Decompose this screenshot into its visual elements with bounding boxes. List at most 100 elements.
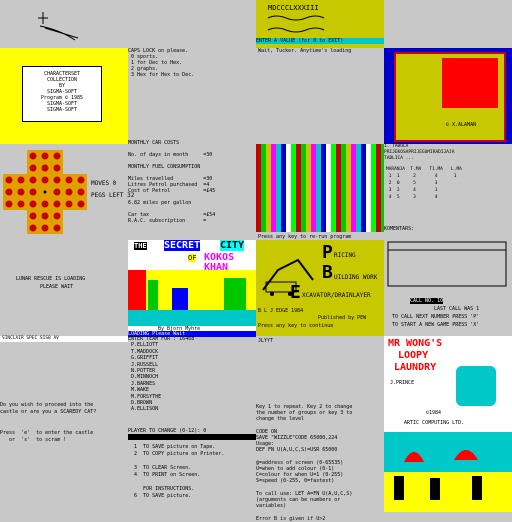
peg[interactable] <box>5 188 13 196</box>
peg[interactable] <box>65 176 73 184</box>
title-secret: SECRET <box>164 240 201 251</box>
value-prompt: ENTER A VALUE (for 0 to EXIT) <box>256 38 384 44</box>
stripe <box>291 144 296 232</box>
stripe <box>276 144 281 232</box>
stripe <box>336 144 341 232</box>
peg[interactable] <box>77 188 85 196</box>
peg[interactable] <box>17 188 25 196</box>
title-city: CITY <box>220 240 245 251</box>
stripe <box>311 144 316 232</box>
building-mid <box>148 280 158 310</box>
peg[interactable] <box>29 152 37 160</box>
hex-menu: CAPS LOCK on please. 0 sports. 1 for Dec… <box>128 48 195 78</box>
excavator-screen[interactable]: P RICING B UILDING WORK E XCAVATOR/DRAIN… <box>256 240 384 336</box>
stripe <box>296 144 301 232</box>
title-loopy: LOOPY <box>398 350 429 361</box>
castle-prompt: Do you wish to proceed into the castle o… <box>0 402 97 443</box>
peg[interactable] <box>53 176 61 184</box>
peg[interactable] <box>5 200 13 208</box>
blank-screen <box>128 0 256 48</box>
stripe <box>326 144 331 232</box>
alaman-copyright: © X.ALAMAN <box>446 122 477 128</box>
car-costs-sheet: MONTHLY CAR COSTS No. of days in month =… <box>128 140 216 224</box>
peg[interactable] <box>41 212 49 220</box>
peg[interactable] <box>5 176 13 184</box>
stripe <box>371 144 376 232</box>
peg-solitaire-board[interactable] <box>0 144 90 240</box>
stripe <box>341 144 346 232</box>
call-grid <box>387 241 507 287</box>
peg[interactable] <box>53 212 61 220</box>
roman-year-screen[interactable]: MDCCCLXXXIII ENTER A VALUE (for 0 to EXI… <box>256 0 384 48</box>
peg[interactable] <box>29 164 37 172</box>
title-mr-wongs: MR WONG'S <box>388 338 443 349</box>
peg[interactable] <box>29 224 37 232</box>
roman-title: MDCCCLXXXIII <box>268 4 319 12</box>
moves-counter: MOVES 0 <box>91 180 117 187</box>
title-laundry: LAUNDRY <box>394 362 437 373</box>
line-sketch <box>38 12 79 41</box>
peg[interactable] <box>29 200 37 208</box>
bingo-screen[interactable]: KOMENTARS: CALL NO. 10 LAST CALL WAS 1 T… <box>384 226 512 336</box>
peg[interactable] <box>65 188 73 196</box>
peg[interactable] <box>77 200 85 208</box>
picture-menu: 1 TO SAVE picture on Tape. 2 TO COPY pic… <box>134 444 225 499</box>
peg[interactable] <box>17 200 25 208</box>
peg[interactable] <box>41 200 49 208</box>
stripe <box>266 144 271 232</box>
charset-title-box: CHARACTERSET COLLECTION BY SIGMA-SOFT Pr… <box>22 66 102 122</box>
publisher: Published by PEW <box>318 315 367 321</box>
stripe <box>281 144 286 232</box>
tabula-table: MARANJA T.MA T1.MA L.MA 1 1 2 4 1 2 0 5 … <box>386 167 462 200</box>
artic-credit: ARTIC COMPUTING LTD. <box>404 420 465 426</box>
stripe <box>306 144 311 232</box>
scroll-icon <box>267 15 325 33</box>
excavator-icon <box>262 258 314 296</box>
window-screen[interactable]: © X.ALAMAN <box>384 48 512 144</box>
input-bar[interactable] <box>128 434 256 440</box>
title-of: OF <box>188 254 197 262</box>
title-area: THE SECRET CITY OF KOKOS KHAN <box>128 240 256 273</box>
new-game-hint: TO START A NEW GAME PRESS 'X' <box>392 322 480 328</box>
peg[interactable] <box>41 224 49 232</box>
stripe <box>376 144 381 232</box>
peg[interactable] <box>53 152 61 160</box>
peg[interactable] <box>17 176 25 184</box>
peg[interactable] <box>41 152 49 160</box>
letter-b: B <box>322 262 333 283</box>
word-uilding: UILDING WORK <box>334 274 378 281</box>
charset-screen[interactable]: CHARACTERSET COLLECTION BY SIGMA-SOFT Pr… <box>0 48 128 144</box>
peg[interactable] <box>65 200 73 208</box>
peg-board[interactable] <box>0 144 90 240</box>
stripe <box>356 144 361 232</box>
peg[interactable] <box>41 176 49 184</box>
loading-line: Wait, Tucker. Anytime's loading <box>258 48 352 54</box>
building-left <box>128 270 146 310</box>
stripes-screen[interactable] <box>256 144 386 232</box>
desert-screen[interactable] <box>384 432 512 512</box>
hero-figure <box>172 288 188 310</box>
peg[interactable] <box>53 224 61 232</box>
last-call: LAST CALL WAS 1 <box>434 306 480 312</box>
stripe <box>316 144 321 232</box>
kokos-khan-screen[interactable]: THE SECRET CITY OF KOKOS KHAN By Bjorn M… <box>128 240 256 337</box>
desert-scene <box>384 450 512 512</box>
peg[interactable] <box>53 200 61 208</box>
peg[interactable] <box>53 188 61 196</box>
peg[interactable] <box>53 164 61 172</box>
loopy-laundry-screen[interactable]: MR WONG'S LOOPY LAUNDRY J.PRINCE ©1984 A… <box>384 336 512 432</box>
peg[interactable] <box>77 176 85 184</box>
stripe <box>351 144 356 232</box>
title-the: THE <box>134 242 147 250</box>
spec-banner: SINCLAIR SPEC SIS8 AV <box>0 336 128 342</box>
stripe <box>361 144 366 232</box>
stripe <box>271 144 276 232</box>
peg[interactable] <box>29 188 37 196</box>
team-list: ENTER TEAM FOR : 16468 P.ELLIOTT T.MADDO… <box>128 336 195 413</box>
peg[interactable] <box>29 176 37 184</box>
please-wait: PLEASE WAIT <box>40 284 74 290</box>
peg[interactable] <box>41 164 49 172</box>
stripe <box>301 144 306 232</box>
peg[interactable] <box>29 212 37 220</box>
peg[interactable] <box>43 190 47 194</box>
